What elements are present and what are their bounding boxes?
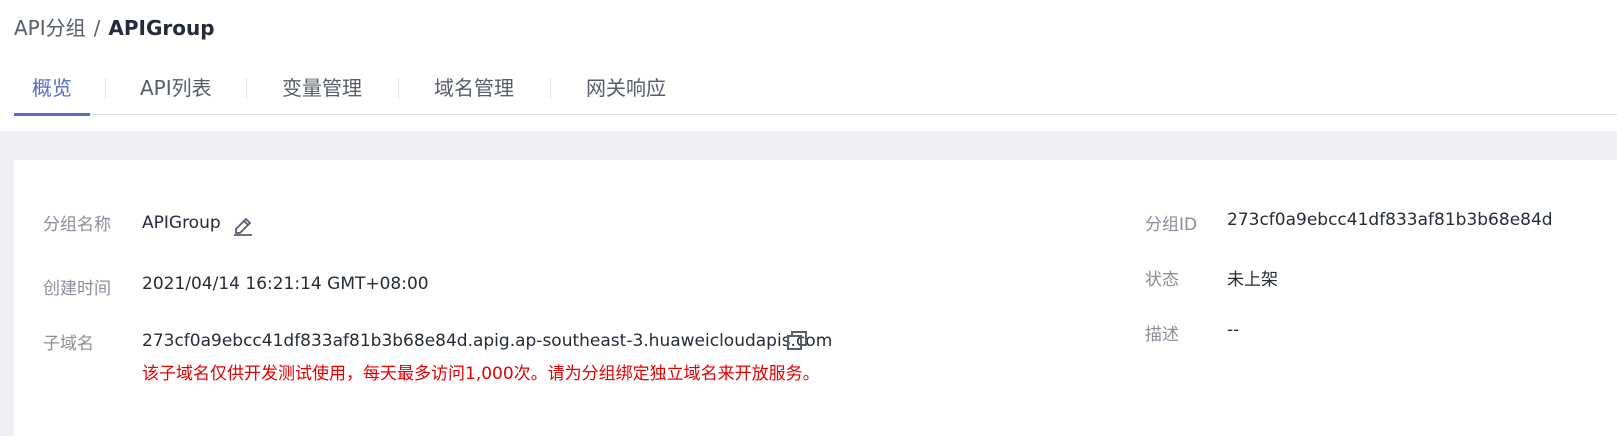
description-value: -- [1227, 320, 1240, 340]
subdomain-warning: 该子域名仅供开发测试使用，每天最多访问1,000次。请为分组绑定独立域名来开放服… [142, 364, 820, 384]
tab-divider [246, 78, 247, 99]
status-label: 状态 [1145, 270, 1179, 290]
created-time-label: 创建时间 [43, 279, 111, 299]
tab-api-list[interactable]: API列表 [140, 74, 212, 114]
breadcrumb-parent-link[interactable]: API分组 [14, 16, 86, 40]
group-name-value: APIGroup [142, 213, 221, 233]
tab-divider [105, 78, 106, 99]
tab-divider [398, 78, 399, 99]
group-name-label: 分组名称 [43, 215, 111, 235]
subdomain-label: 子域名 [43, 334, 94, 354]
group-id-value: 273cf0a9ebcc41df833af81b3b68e84d [1227, 210, 1553, 230]
tab-divider [550, 78, 551, 99]
status-value: 未上架 [1227, 270, 1278, 290]
breadcrumb: API分组 / APIGroup [14, 14, 215, 42]
edit-icon[interactable] [232, 212, 254, 240]
tab-gateway-response[interactable]: 网关响应 [586, 74, 666, 114]
subdomain-value: 273cf0a9ebcc41df833af81b3b68e84d.apig.ap… [142, 331, 833, 351]
description-label: 描述 [1145, 325, 1179, 345]
overview-card: 分组名称 APIGroup 创建时间 2021/04/14 16:21:14 G… [14, 160, 1617, 436]
tab-variable-management[interactable]: 变量管理 [282, 74, 362, 114]
tab-domain-management[interactable]: 域名管理 [434, 74, 514, 114]
breadcrumb-separator: / [93, 16, 101, 40]
tab-overview[interactable]: 概览 [14, 74, 90, 116]
breadcrumb-current: APIGroup [108, 16, 215, 40]
tab-bar: 概览 API列表 变量管理 域名管理 网关响应 [14, 64, 1617, 116]
copy-icon[interactable] [786, 330, 808, 356]
created-time-value: 2021/04/14 16:21:14 GMT+08:00 [142, 274, 429, 294]
group-id-label: 分组ID [1145, 215, 1198, 235]
